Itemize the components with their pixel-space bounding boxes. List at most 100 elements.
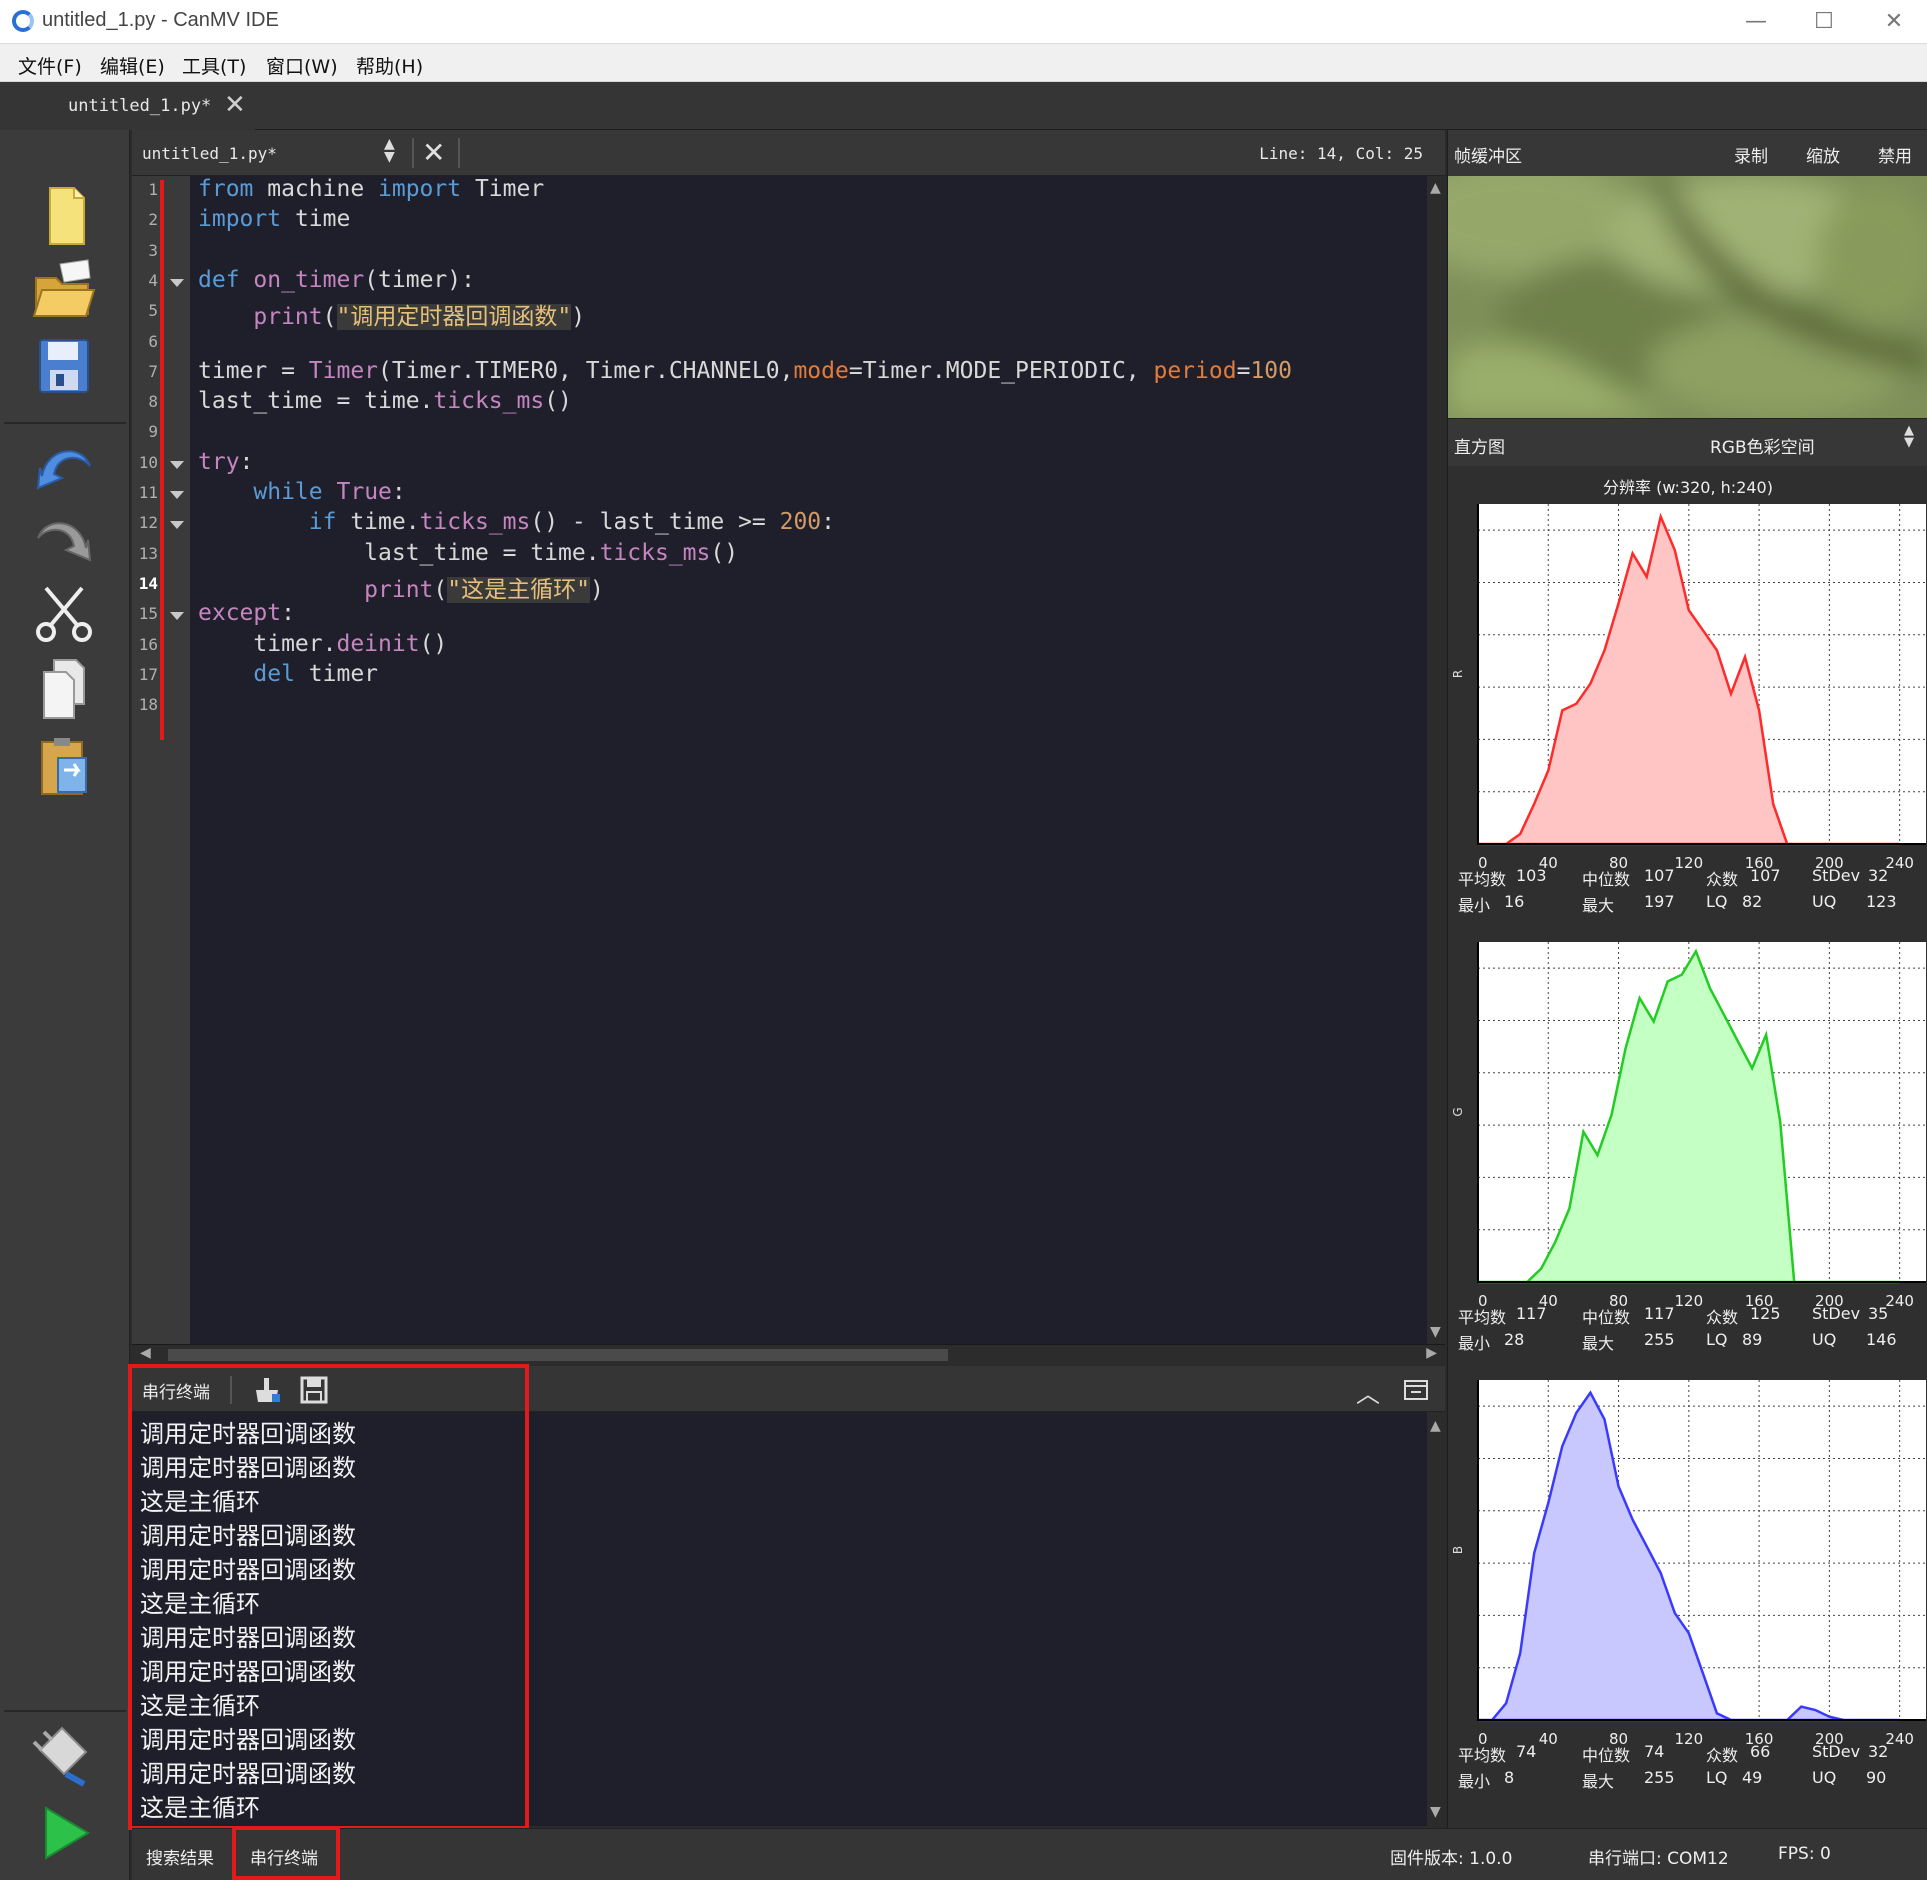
code-line[interactable]: import time — [198, 206, 350, 232]
stat-value: 107 — [1750, 866, 1781, 885]
stat-value: 32 — [1868, 1742, 1889, 1761]
stat-value: 125 — [1750, 1304, 1781, 1323]
code-line[interactable]: if time.ticks_ms() - last_time >= 200: — [198, 509, 835, 535]
code-line[interactable]: print("这是主循环") — [198, 570, 604, 604]
line-number-gutter: 1 2 3 4 5 6 7 8 9 10 11 12 13 14 15 16 17 18 — [132, 176, 190, 1344]
scroll-thumb[interactable] — [168, 1349, 948, 1361]
stat-label: 平均数 — [1458, 870, 1507, 889]
code-token: while — [253, 479, 323, 505]
new-file-icon[interactable] — [30, 184, 98, 250]
file-selector[interactable]: untitled_1.py* — [142, 144, 277, 163]
editor-vertical-scrollbar[interactable]: ▲ ▼ — [1427, 176, 1445, 1344]
code-token: : — [391, 479, 406, 505]
line-number: 5 — [148, 301, 158, 321]
stat-label: 中位数 — [1582, 1308, 1631, 1327]
code-token: on_timer — [253, 266, 365, 293]
stat-label: UQ — [1812, 1768, 1837, 1787]
copy-icon[interactable] — [30, 656, 98, 722]
zoom-button[interactable]: 缩放 — [1806, 142, 1840, 167]
code-line[interactable]: last_time = time.ticks_ms() — [198, 540, 738, 566]
fold-toggle-icon[interactable] — [170, 612, 184, 621]
stat-label: 最小 — [1458, 896, 1491, 915]
save-icon[interactable] — [30, 334, 98, 400]
colorspace-select[interactable]: RGB色彩空间 — [1710, 433, 1815, 458]
stat-label: 中位数 — [1582, 870, 1631, 889]
fold-toggle-icon[interactable] — [170, 521, 184, 530]
code-line[interactable]: del timer — [198, 661, 378, 687]
code-line[interactable]: def on_timer(timer): — [198, 267, 475, 293]
scroll-down-icon[interactable]: ▼ — [1430, 1324, 1441, 1340]
expand-up-icon[interactable]: ︿ — [1356, 1374, 1380, 1409]
code-token: import — [198, 206, 282, 233]
close-tab-icon[interactable]: ✕ — [224, 90, 246, 120]
canmv-logo-icon — [12, 10, 34, 32]
file-selector-arrows-icon[interactable]: ▲ ▼ — [384, 137, 395, 164]
stat-value: 66 — [1750, 1742, 1771, 1761]
paste-icon[interactable] — [30, 734, 98, 800]
code-token: deinit — [336, 630, 420, 657]
code-token: Timer — [461, 176, 545, 202]
right-panel: 帧缓冲区 录制 缩放 禁用 直方图 RGB色彩空间 ▲ ▼ 分辨率 (w:320… — [1447, 130, 1927, 1828]
minimize-icon[interactable]: — — [1732, 6, 1780, 38]
channel-label: B — [1451, 1546, 1465, 1554]
stat-label: 众数 — [1706, 870, 1739, 889]
code-line[interactable]: timer.deinit() — [198, 631, 447, 657]
code-token: : — [281, 600, 295, 627]
hide-panel-icon[interactable] — [1404, 1380, 1428, 1400]
menu-tools[interactable]: 工具(T) — [182, 52, 246, 79]
menu-help[interactable]: 帮助(H) — [356, 52, 423, 79]
scroll-left-icon[interactable]: ◀ — [140, 1345, 151, 1361]
code-line[interactable]: print("调用定时器回调函数") — [198, 297, 585, 331]
fold-toggle-icon[interactable] — [170, 491, 184, 499]
terminal-vertical-scrollbar[interactable]: ▲ ▼ — [1427, 1412, 1445, 1826]
code-line[interactable]: last_time = time.ticks_ms() — [198, 388, 572, 414]
scroll-up-icon[interactable]: ▲ — [1430, 1418, 1441, 1434]
undo-icon[interactable] — [30, 432, 98, 498]
code-line[interactable]: try: — [198, 449, 253, 475]
stat-label: 众数 — [1706, 1746, 1739, 1765]
code-token: timer. — [198, 630, 337, 657]
close-window-icon[interactable]: ✕ — [1870, 6, 1918, 38]
code-token: ) — [571, 304, 586, 331]
tab-untitled[interactable]: untitled_1.py* ✕ — [0, 82, 255, 130]
connect-plug-icon[interactable] — [30, 1722, 98, 1788]
tab-label: untitled_1.py* — [68, 96, 212, 116]
colorspace-arrows-icon[interactable]: ▲ ▼ — [1904, 424, 1914, 449]
header-separator — [412, 138, 414, 168]
status-bar: 搜索结果 串行终端 固件版本: 1.0.0 串行端口: COM12 FPS: 0 — [132, 1828, 1927, 1880]
scroll-down-icon[interactable]: ▼ — [1430, 1804, 1441, 1820]
code-line[interactable]: while True: — [198, 479, 406, 505]
editor-horizontal-scrollbar[interactable]: ◀ ▶ — [132, 1344, 1445, 1364]
code-line[interactable]: except: — [198, 600, 295, 626]
disable-button[interactable]: 禁用 — [1878, 142, 1912, 167]
record-button[interactable]: 录制 — [1734, 142, 1768, 167]
menu-window[interactable]: 窗口(W) — [266, 52, 338, 79]
redo-icon[interactable] — [30, 504, 98, 570]
stat-value: 197 — [1644, 892, 1675, 911]
menu-file[interactable]: 文件(F) — [18, 52, 82, 79]
code-line[interactable]: timer = Timer(Timer.TIMER0, Timer.CHANNE… — [198, 358, 1292, 384]
fold-toggle-icon[interactable] — [170, 278, 184, 287]
run-play-icon[interactable] — [30, 1800, 98, 1866]
tab-search-results[interactable]: 搜索结果 — [146, 1844, 214, 1869]
menu-edit[interactable]: 编辑(E) — [100, 52, 165, 79]
fold-toggle-icon[interactable] — [170, 460, 184, 469]
line-number: 8 — [148, 392, 158, 412]
code-line[interactable]: from machine import Timer — [198, 176, 544, 202]
cut-icon[interactable] — [30, 580, 98, 646]
code-editor[interactable]: from machine import Timer import time def … — [190, 176, 1427, 1344]
scroll-right-icon[interactable]: ▶ — [1426, 1345, 1437, 1361]
code-token: except — [198, 600, 282, 627]
stat-value: 49 — [1742, 1768, 1763, 1787]
open-folder-icon[interactable] — [30, 258, 98, 324]
code-token: True — [336, 479, 392, 505]
code-token: machine — [253, 176, 379, 202]
maximize-icon[interactable]: ☐ — [1800, 6, 1848, 38]
close-document-icon[interactable]: ✕ — [422, 136, 445, 169]
stat-label: 最小 — [1458, 1772, 1491, 1791]
scroll-up-icon[interactable]: ▲ — [1430, 180, 1441, 196]
stat-value: 74 — [1644, 1742, 1665, 1761]
stat-value: 255 — [1644, 1330, 1675, 1349]
